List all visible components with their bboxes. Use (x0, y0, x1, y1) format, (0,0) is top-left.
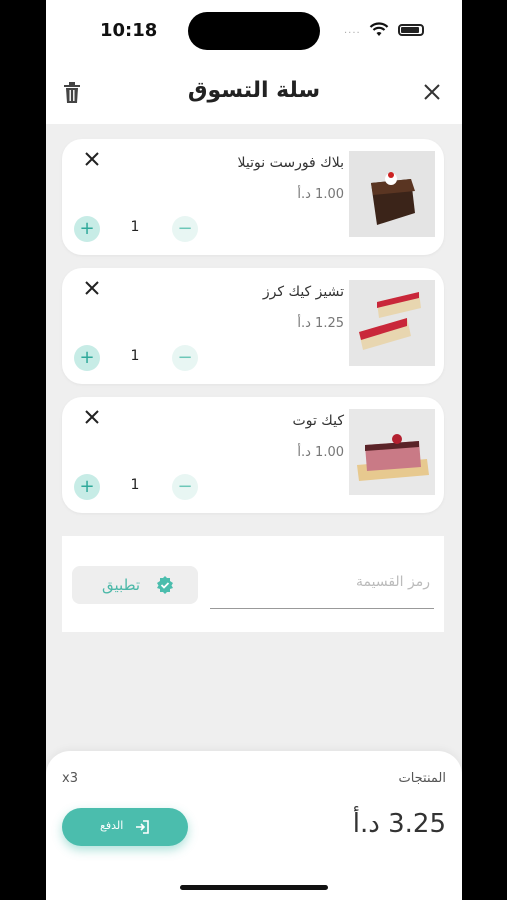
checkout-panel: x3 المنتجات الدفع 3.25 د.أ (46, 751, 462, 900)
cart-item: تشيز كيك كرز 1.25 د.أ + 1 − (62, 268, 444, 384)
coupon-placeholder: رمز القسيمة (356, 574, 430, 590)
product-image (349, 151, 435, 237)
product-image (349, 409, 435, 495)
decrease-qty-button[interactable]: − (172, 474, 198, 500)
dynamic-island (188, 12, 320, 50)
status-bar: 10:18 ···· (46, 0, 462, 62)
apply-label: تطبيق (102, 576, 141, 594)
remove-item-icon[interactable] (84, 409, 100, 425)
cart-header: سلة التسوق (46, 62, 462, 124)
decrease-qty-button[interactable]: − (172, 345, 198, 371)
apply-coupon-button[interactable]: تطبيق (72, 566, 198, 604)
decrease-qty-button[interactable]: − (172, 216, 198, 242)
app-screen: 10:18 ···· سلة التسوق بلاك فورست نوتيلا … (46, 0, 462, 900)
signal-icon: ···· (344, 28, 361, 39)
home-indicator (180, 885, 328, 890)
cart-item: كيك توت 1.00 د.أ + 1 − (62, 397, 444, 513)
item-quantity: 1 (130, 219, 140, 235)
item-quantity: 1 (130, 477, 140, 493)
coupon-section: تطبيق رمز القسيمة (62, 536, 444, 632)
increase-qty-button[interactable]: + (74, 345, 100, 371)
cart-item: بلاك فورست نوتيلا 1.00 د.أ + 1 − (62, 139, 444, 255)
item-price: 1.00 د.أ (297, 187, 344, 202)
items-count: x3 (62, 771, 78, 786)
remove-item-icon[interactable] (84, 280, 100, 296)
verified-check-icon (157, 576, 173, 594)
login-icon (136, 820, 149, 834)
page-title: سلة التسوق (187, 78, 321, 103)
products-label: المنتجات (398, 771, 446, 786)
close-icon[interactable] (420, 80, 444, 104)
item-name: بلاك فورست نوتيلا (237, 155, 344, 171)
pay-button[interactable]: الدفع (62, 808, 188, 846)
item-price: 1.25 د.أ (297, 316, 344, 331)
total-price: 3.25 د.أ (352, 809, 446, 839)
coupon-code-input[interactable]: رمز القسيمة (210, 560, 434, 609)
pay-label: الدفع (100, 819, 124, 832)
increase-qty-button[interactable]: + (74, 216, 100, 242)
status-time: 10:18 (100, 20, 158, 41)
item-name: كيك توت (292, 413, 344, 429)
product-image (349, 280, 435, 366)
battery-icon (398, 24, 424, 36)
item-price: 1.00 د.أ (297, 445, 344, 460)
wifi-icon (369, 22, 389, 36)
increase-qty-button[interactable]: + (74, 474, 100, 500)
item-quantity: 1 (130, 348, 140, 364)
remove-item-icon[interactable] (84, 151, 100, 167)
item-name: تشيز كيك كرز (262, 284, 344, 300)
